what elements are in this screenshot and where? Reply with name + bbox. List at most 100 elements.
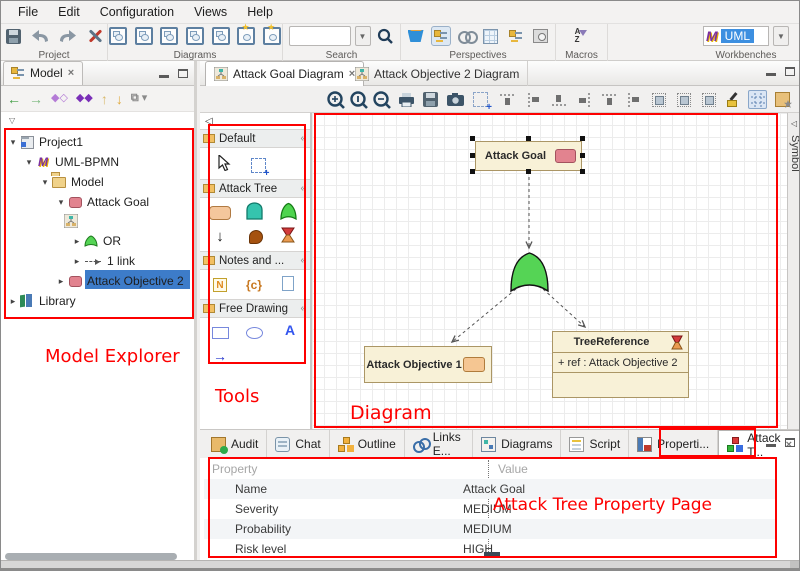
tool-line[interactable]: → <box>208 346 232 366</box>
node-tree-reference[interactable]: TreeReference + ref : Attack Objective 2 <box>552 331 689 398</box>
snap-grid-icon[interactable] <box>748 90 767 109</box>
tool-note[interactable]: N <box>208 275 232 295</box>
model-perspective-icon[interactable] <box>431 26 451 46</box>
links-perspective-icon[interactable] <box>456 26 476 46</box>
tree-item-1-link[interactable]: ▸ 1 link <box>1 251 194 271</box>
bucket-icon[interactable] <box>406 26 426 46</box>
selection-handle[interactable] <box>470 153 475 158</box>
minimize-icon[interactable] <box>766 444 776 447</box>
tool-tree-reference[interactable] <box>276 225 300 245</box>
same-size-icon[interactable] <box>699 90 718 109</box>
palette-section-attack-tree[interactable]: Attack Tree « <box>200 179 310 198</box>
snapshot-icon[interactable] <box>446 90 465 109</box>
property-value[interactable]: Attack Goal <box>453 482 525 496</box>
selection-handle[interactable] <box>580 136 585 141</box>
tool-rectangle[interactable] <box>208 323 232 343</box>
workbench-combo[interactable]: M UML <box>703 26 769 46</box>
tab-links-editor[interactable]: Links E... <box>405 430 473 458</box>
package-diagram-icon[interactable] <box>134 26 154 46</box>
tree-item-model[interactable]: ▾ Model <box>1 172 194 192</box>
center-vertical-icon[interactable] <box>599 90 618 109</box>
expander-icon[interactable]: ▸ <box>7 296 19 307</box>
related-right-icon[interactable]: ◆◆ <box>76 93 93 104</box>
tool-attack-node[interactable] <box>208 203 232 223</box>
close-icon[interactable]: × <box>68 67 74 79</box>
tool-text[interactable]: A <box>278 320 302 340</box>
selection-handle[interactable] <box>470 136 475 141</box>
grid-perspective-icon[interactable] <box>481 26 501 46</box>
search-icon[interactable] <box>375 26 395 46</box>
maximize-icon[interactable] <box>178 69 188 78</box>
new-matrix-icon[interactable] <box>262 26 282 46</box>
selection-handle[interactable] <box>526 136 531 141</box>
tool-marquee-select[interactable] <box>246 155 270 175</box>
tab-properties[interactable]: Properti... <box>629 430 718 458</box>
tab-diagrams[interactable]: Diagrams <box>473 430 561 458</box>
new-diagram-icon[interactable] <box>237 26 257 46</box>
align-right-icon[interactable] <box>574 90 593 109</box>
symbol-side-tab[interactable]: ◁ Symbol <box>787 113 800 429</box>
palette-section-notes[interactable]: Notes and ... « <box>200 251 310 270</box>
collapse-chevron-icon[interactable]: « <box>300 133 310 144</box>
minimize-icon[interactable] <box>766 73 776 76</box>
save-image-icon[interactable] <box>421 90 440 109</box>
format-painter-icon[interactable] <box>724 90 743 109</box>
menu-configuration[interactable]: Configuration <box>91 3 183 21</box>
menu-file[interactable]: File <box>9 3 47 21</box>
expander-icon[interactable]: ▸ <box>71 236 83 247</box>
tool-select[interactable] <box>212 153 236 173</box>
tree-item-or[interactable]: ▸ OR <box>1 231 194 251</box>
scrollbar-thumb[interactable] <box>484 552 500 556</box>
configure-icon[interactable] <box>85 26 105 46</box>
expander-icon[interactable]: ▸ <box>55 276 67 287</box>
copy-view-icon[interactable]: ⧉ ▾ <box>131 93 147 104</box>
align-bottom-icon[interactable] <box>549 90 568 109</box>
property-row-risk-level[interactable]: Risk level HIGH <box>204 539 776 559</box>
collapse-chevron-icon[interactable]: « <box>300 255 310 266</box>
tree-item-attack-goal-diagram[interactable]: Attack Goal Diagram <box>1 211 194 231</box>
tree-item-attack-objective-2[interactable]: ▸ Attack Objective 2 <box>1 271 194 291</box>
class-diagram-icon[interactable] <box>108 26 128 46</box>
expander-icon[interactable]: ▾ <box>55 197 67 208</box>
center-horizontal-icon[interactable] <box>624 90 643 109</box>
column-header-value[interactable]: Value <box>498 462 528 476</box>
search-dropdown-icon[interactable]: ▼ <box>355 26 371 46</box>
tool-and-gate[interactable] <box>242 201 266 221</box>
or-gate-node[interactable] <box>511 253 548 291</box>
tool-constraint[interactable]: {c} <box>242 275 266 295</box>
palette-section-default[interactable]: Default « <box>200 129 310 148</box>
tool-document[interactable] <box>276 273 300 293</box>
selection-handle[interactable] <box>580 169 585 174</box>
node-attack-objective-1[interactable]: Attack Objective 1 <box>364 346 492 383</box>
sort-az-icon[interactable]: AZ <box>572 26 592 46</box>
print-icon[interactable] <box>397 90 416 109</box>
selection-handle[interactable] <box>470 169 475 174</box>
expander-icon[interactable]: ▾ <box>7 137 19 148</box>
actor-diagram-icon[interactable] <box>211 26 231 46</box>
safe-perspective-icon[interactable] <box>531 26 551 46</box>
menu-edit[interactable]: Edit <box>49 3 89 21</box>
list-perspective-icon[interactable] <box>506 26 526 46</box>
nav-forward-icon[interactable]: → <box>29 92 43 106</box>
usecase-diagram-icon[interactable] <box>159 26 179 46</box>
align-top-icon[interactable] <box>497 90 516 109</box>
menu-views[interactable]: Views <box>185 3 236 21</box>
tab-outline[interactable]: Outline <box>330 430 405 458</box>
resize-grip[interactable] <box>790 561 800 571</box>
column-header-property[interactable]: Property <box>212 462 257 476</box>
tool-attack-link[interactable]: ↓ <box>208 226 232 246</box>
tree-item-uml-bpmn[interactable]: ▾ M UML-BPMN <box>1 152 194 172</box>
selection-handle[interactable] <box>526 169 531 174</box>
tab-attack-goal-diagram[interactable]: Attack Goal Diagram × <box>205 61 364 86</box>
undo-icon[interactable] <box>31 26 51 46</box>
tab-model[interactable]: Model × <box>3 61 83 85</box>
composite-diagram-icon[interactable] <box>185 26 205 46</box>
node-attack-goal[interactable]: Attack Goal <box>475 141 582 171</box>
save-icon[interactable] <box>4 26 24 46</box>
search-input[interactable] <box>289 26 351 46</box>
maximize-icon[interactable] <box>785 438 795 447</box>
view-menu-chevron-icon[interactable]: ▽ <box>9 116 15 125</box>
tool-impact[interactable] <box>244 227 268 247</box>
marquee-zoom-icon[interactable] <box>471 90 490 109</box>
tree-item-attack-goal[interactable]: ▾ Attack Goal <box>1 192 194 212</box>
